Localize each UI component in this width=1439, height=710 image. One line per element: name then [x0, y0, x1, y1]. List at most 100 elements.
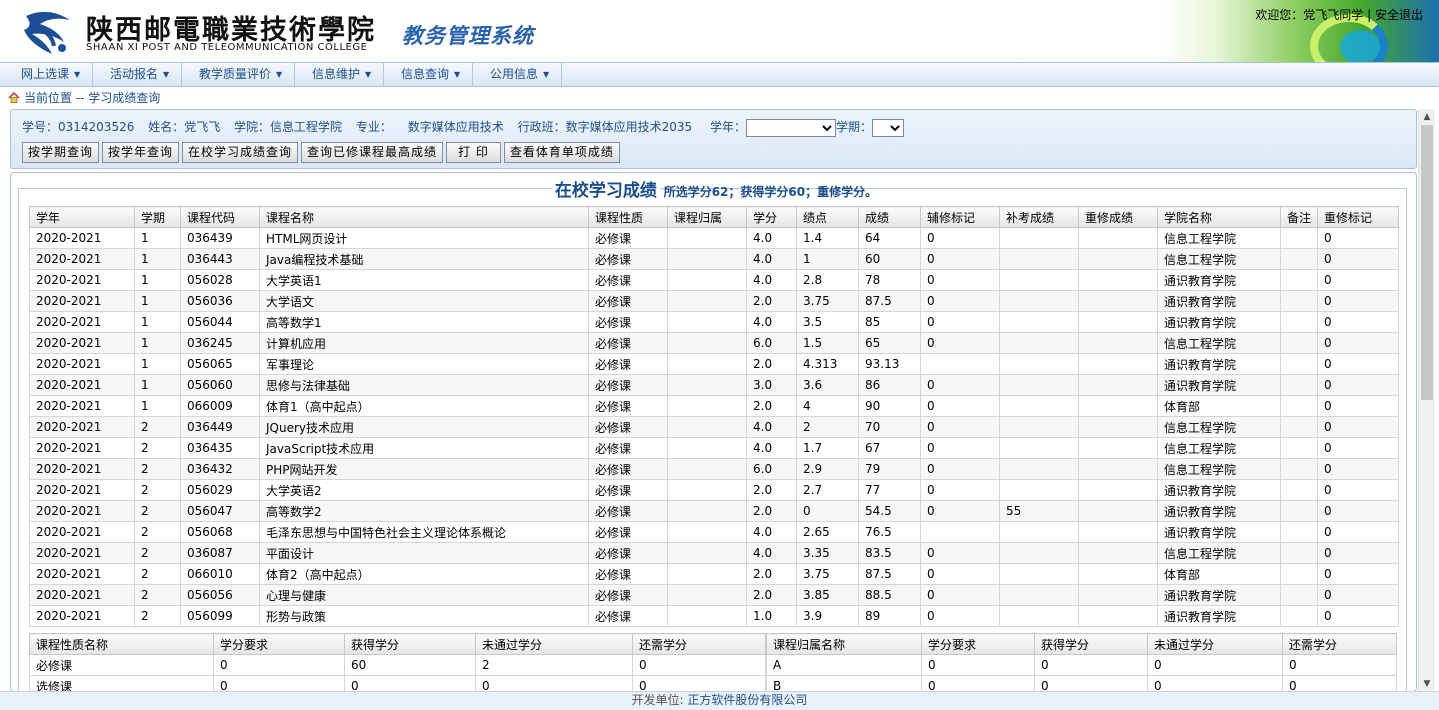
caret-down-icon: ▼	[276, 70, 283, 79]
print-button[interactable]: 打 印	[446, 142, 501, 163]
menu-info-query[interactable]: 信息查询 ▼	[384, 63, 473, 86]
table-cell: A	[766, 654, 922, 676]
table-cell: 67	[858, 437, 921, 459]
table-cell: 心理与健康	[259, 584, 589, 606]
table-cell: 0	[920, 395, 1000, 417]
column-header: 还需学分	[1282, 633, 1397, 655]
scroll-down-arrow-icon[interactable]: ▼	[1419, 676, 1435, 692]
table-cell	[1078, 374, 1158, 396]
table-cell: 3.0	[746, 374, 797, 396]
menu-activity-signup[interactable]: 活动报名 ▼	[93, 63, 182, 86]
table-cell: 大学英语1	[259, 269, 589, 291]
table-cell	[1078, 542, 1158, 564]
table-cell: 0	[921, 675, 1035, 691]
table-cell	[667, 374, 747, 396]
table-cell: 2020-2021	[29, 311, 135, 333]
menu-label: 信息查询	[401, 67, 450, 81]
table-cell: 0	[475, 675, 633, 691]
table-cell: 必修课	[588, 563, 668, 585]
table-cell: 必修课	[588, 479, 668, 501]
menu-info-maintenance[interactable]: 信息维护 ▼	[295, 63, 384, 86]
table-cell: 0	[1317, 542, 1399, 564]
home-icon	[8, 92, 20, 103]
table-cell: 信息工程学院	[1157, 227, 1281, 249]
table-cell: 必修课	[29, 654, 214, 676]
column-header: 学分要求	[213, 633, 345, 655]
table-cell	[1280, 584, 1318, 606]
view-pe-grades-button[interactable]: 查看体育单项成绩	[503, 142, 620, 163]
table-cell: 2	[134, 458, 181, 480]
table-cell: 2.65	[796, 521, 859, 543]
table-cell: 2020-2021	[29, 500, 135, 522]
student-id: 学号：0314203526	[22, 120, 135, 134]
table-cell	[1280, 227, 1318, 249]
table-cell: 87.5	[858, 290, 921, 312]
query-all-grades-button[interactable]: 在校学习成绩查询	[182, 142, 299, 163]
school-year-select[interactable]	[745, 118, 836, 137]
query-highest-grades-button[interactable]: 查询已修课程最高成绩	[301, 142, 444, 163]
vertical-scrollbar[interactable]: ▲ ▼	[1418, 109, 1435, 692]
table-cell	[1280, 311, 1318, 333]
table-row: 2020-2021 2 056029 大学英语2 必修课 2.0 2.7 77 0 通识教育学院 0	[29, 479, 1399, 501]
menu-online-course-selection[interactable]: 网上选课 ▼	[0, 63, 93, 86]
table-cell: 1	[134, 311, 181, 333]
column-header: 获得学分	[344, 633, 476, 655]
table-cell	[999, 290, 1079, 312]
logout-link[interactable]: 安全退出	[1375, 8, 1423, 22]
query-button-row: 按学期查询 按学年查询 在校学习成绩查询 查询已修课程最高成绩打 印查看体育单项成绩	[22, 142, 623, 163]
table-cell	[999, 437, 1079, 459]
table-cell	[1078, 416, 1158, 438]
table-cell: 通识教育学院	[1157, 500, 1281, 522]
table-cell	[999, 248, 1079, 270]
query-by-term-button[interactable]: 按学期查询	[22, 142, 100, 163]
table-row: 2020-2021 2 056068 毛泽东思想与中国特色社会主义理论体系概论 必修课 4…	[29, 521, 1399, 543]
table-cell	[1078, 500, 1158, 522]
menu-teaching-evaluation[interactable]: 教学质量评价 ▼	[182, 63, 295, 86]
course-belonging-summary-table: 课程归属名称 学分要求 获得学分 未通过学分 还需学分 A0000B0000	[766, 633, 1397, 691]
table-cell	[667, 521, 747, 543]
table-cell: 77	[858, 479, 921, 501]
table-row: 必修课 0 60 2 0	[29, 654, 766, 676]
table-cell: 2020-2021	[29, 479, 135, 501]
table-cell: 4.0	[746, 437, 797, 459]
table-cell	[667, 311, 747, 333]
table-cell: 1	[134, 227, 181, 249]
table-cell: 3.5	[796, 311, 859, 333]
table-cell: 2	[134, 563, 181, 585]
table-cell: 信息工程学院	[1157, 542, 1281, 564]
table-cell: 3.35	[796, 542, 859, 564]
column-header: 课程归属	[667, 206, 747, 228]
table-cell: 信息工程学院	[1157, 332, 1281, 354]
menu-public-info[interactable]: 公用信息 ▼	[473, 63, 562, 86]
caret-down-icon: ▼	[543, 70, 550, 79]
breadcrumb: 当前位置 -- 学习成绩查询	[8, 89, 160, 107]
table-cell: 0	[920, 227, 1000, 249]
table-cell: 0	[1147, 675, 1283, 691]
table-cell	[999, 605, 1079, 627]
table-cell	[667, 437, 747, 459]
scroll-up-arrow-icon[interactable]: ▲	[1419, 109, 1435, 125]
table-cell	[667, 227, 747, 249]
column-header: 未通过学分	[1147, 633, 1283, 655]
table-row: 2020-2021 2 036435 JavaScript技术应用 必修课 4.0 1.7 6…	[29, 437, 1399, 459]
credit-summary-text: 所选学分62；获得学分60；重修学分。	[663, 185, 878, 199]
table-cell	[1280, 521, 1318, 543]
table-cell: 2020-2021	[29, 374, 135, 396]
table-cell	[1078, 479, 1158, 501]
table-cell: 高等数学2	[259, 500, 589, 522]
table-cell: 通识教育学院	[1157, 479, 1281, 501]
table-cell: 2.7	[796, 479, 859, 501]
table-cell	[667, 248, 747, 270]
table-cell: 056047	[180, 500, 260, 522]
table-cell: 通识教育学院	[1157, 584, 1281, 606]
term-select[interactable]	[871, 118, 904, 137]
column-header: 课程性质	[588, 206, 668, 228]
table-cell: 0	[920, 458, 1000, 480]
scroll-thumb[interactable]	[1421, 125, 1433, 400]
column-header: 学分	[746, 206, 797, 228]
table-cell	[1078, 458, 1158, 480]
table-cell	[667, 269, 747, 291]
query-by-year-button[interactable]: 按学年查询	[102, 142, 180, 163]
column-header: 辅修标记	[920, 206, 1000, 228]
table-cell: 056044	[180, 311, 260, 333]
